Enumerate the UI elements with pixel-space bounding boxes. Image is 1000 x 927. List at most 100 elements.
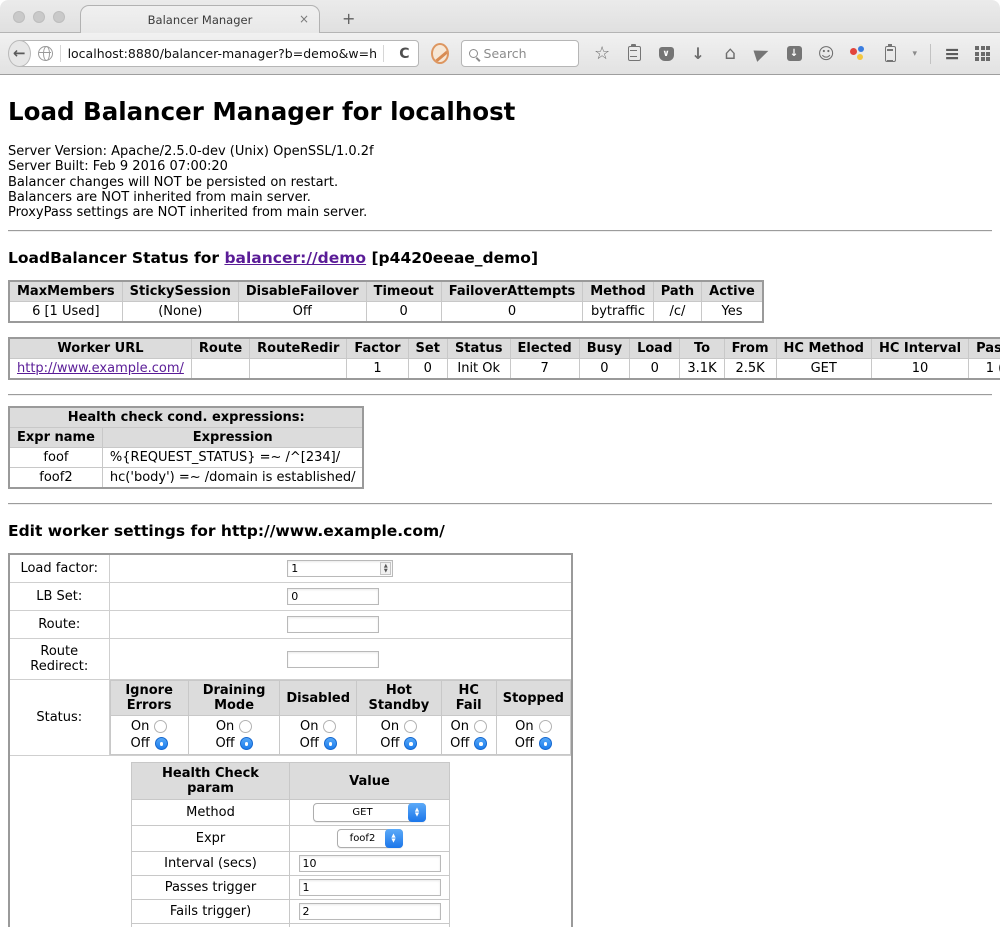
health-check-params-row: Health Check param Value Method GET▲▼ [9, 756, 572, 927]
downloads-icon[interactable]: ↓ [689, 44, 708, 64]
stopped-on-radio[interactable] [539, 720, 552, 733]
colors-extension-icon[interactable] [849, 44, 868, 64]
divider [60, 45, 61, 62]
fails-row: Fails trigger) [132, 900, 450, 924]
divider [8, 503, 992, 505]
stepper-arrows-icon[interactable]: ▲▼ [380, 562, 391, 575]
overflow-caret-icon[interactable]: ▾ [913, 49, 918, 59]
load-factor-label: Load factor: [9, 554, 109, 583]
toolbar-icons: ☆ ∨ ↓ ⌂ ↓ ☺ ▾ ≡ [593, 43, 992, 65]
hc-fail-off-radio[interactable] [474, 737, 487, 750]
status-col-hot-standby: On Off [357, 716, 442, 755]
tiles-extension-icon[interactable] [973, 44, 992, 64]
bookmark-star-icon[interactable]: ☆ [593, 44, 612, 64]
browser-window: Balancer Manager × + ← localhost:8880/ba… [0, 0, 1000, 927]
tab-balancer-manager[interactable]: Balancer Manager × [80, 5, 320, 33]
status-col-disabled: On Off [280, 716, 357, 755]
method-label: Method [132, 800, 290, 826]
fails-label: Fails trigger) [132, 900, 290, 924]
status-options-table: Ignore Errors Draining Mode Disabled Hot… [110, 680, 572, 755]
search-icon [469, 49, 478, 58]
draining-mode-off-radio[interactable] [240, 737, 253, 750]
server-built-line: Server Built: Feb 9 2016 07:00:20 [8, 159, 992, 174]
save-to-device-icon[interactable]: ↓ [785, 44, 804, 64]
url-text[interactable]: localhost:8880/balancer-manager?b=demo&w… [68, 46, 377, 61]
disabled-off-radio[interactable] [324, 737, 337, 750]
hot-standby-off-radio[interactable] [404, 737, 417, 750]
select-chevrons-icon: ▲▼ [385, 829, 403, 848]
method-select[interactable]: GET▲▼ [313, 803, 426, 822]
table-row: 6 [1 Used] (None) Off 0 0 bytraffic /c/ … [9, 302, 763, 323]
table-header-row: Health Check param Value [132, 763, 450, 800]
pocket-icon[interactable]: ∨ [657, 44, 676, 64]
route-redirect-row: Route Redirect: [9, 639, 572, 680]
send-tab-icon[interactable] [753, 44, 772, 64]
select-chevrons-icon: ▲▼ [408, 803, 426, 822]
search-input[interactable]: Search [461, 40, 579, 67]
route-input[interactable] [287, 616, 379, 633]
divider [8, 230, 992, 232]
divider [383, 45, 384, 62]
lb-set-input[interactable] [287, 588, 379, 605]
table-row: foof %{REQUEST_STATUS} =~ /^[234]/ [9, 448, 363, 468]
passes-row: Passes trigger [132, 876, 450, 900]
proxypass-note-line: ProxyPass settings are NOT inherited fro… [8, 205, 992, 220]
status-col-stopped: On Off [496, 716, 570, 755]
back-button[interactable]: ← [8, 40, 31, 67]
route-redirect-input[interactable] [287, 651, 379, 668]
interval-label: Interval (secs) [132, 852, 290, 876]
menu-icon[interactable]: ≡ [944, 43, 960, 65]
load-factor-input[interactable] [287, 560, 393, 577]
adblock-icon[interactable] [431, 43, 449, 64]
clipboard-icon [628, 46, 641, 61]
table-row: foof2 hc('body') =~ /domain is establish… [9, 468, 363, 489]
forum-smiley-icon[interactable]: ☺ [817, 44, 836, 64]
expr-row: Expr foof2▲▼ [132, 826, 450, 852]
interval-input[interactable] [299, 855, 441, 872]
worker-url-link[interactable]: http://www.example.com/ [17, 361, 184, 376]
load-factor-stepper: ▲▼ [287, 560, 393, 577]
balancer-status-heading: LoadBalancer Status for balancer://demo … [8, 249, 992, 267]
reload-icon[interactable]: C [391, 46, 417, 62]
expr-select[interactable]: foof2▲▼ [337, 829, 403, 848]
titlebar: Balancer Manager × + [0, 0, 1000, 33]
passes-input[interactable] [299, 879, 441, 896]
server-version-line: Server Version: Apache/2.5.0-dev (Unix) … [8, 144, 992, 159]
edit-worker-form: Load factor: ▲▼ LB Set: Route: [8, 553, 573, 927]
table-header-row: Worker URL Route RouteRedir Factor Set S… [9, 338, 1000, 359]
table-header-row: MaxMembers StickySession DisableFailover… [9, 281, 763, 302]
hot-standby-on-radio[interactable] [404, 720, 417, 733]
paper-plane-icon [754, 46, 771, 62]
route-redirect-label: Route Redirect: [9, 639, 109, 680]
route-row: Route: [9, 611, 572, 639]
status-row: Status: Ignore Errors Draining Mode Disa… [9, 680, 572, 756]
edit-worker-heading: Edit worker settings for http://www.exam… [8, 522, 992, 540]
stopped-off-radio[interactable] [539, 737, 552, 750]
page-title: Load Balancer Manager for localhost [8, 97, 992, 126]
fails-input[interactable] [299, 903, 441, 920]
tab-close-icon[interactable]: × [299, 12, 309, 26]
health-check-params-table: Health Check param Value Method GET▲▼ [131, 762, 450, 927]
page-content: Load Balancer Manager for localhost Serv… [0, 97, 1000, 927]
table-title-row: Health check cond. expressions: [9, 407, 363, 428]
url-bar[interactable]: localhost:8880/balancer-manager?b=demo&w… [17, 40, 419, 67]
zoom-window-button[interactable] [53, 11, 65, 23]
close-window-button[interactable] [13, 11, 25, 23]
reading-list-icon[interactable] [625, 44, 644, 64]
divider [8, 394, 992, 396]
new-tab-button[interactable]: + [336, 9, 361, 28]
draining-mode-on-radio[interactable] [239, 720, 252, 733]
home-icon[interactable]: ⌂ [721, 44, 740, 64]
minimize-window-button[interactable] [33, 11, 45, 23]
status-col-ignore-errors: On Off [110, 716, 188, 755]
status-col-hc-fail: On Off [441, 716, 496, 755]
persist-note-line: Balancer changes will NOT be persisted o… [8, 175, 992, 190]
ignore-errors-on-radio[interactable] [154, 720, 167, 733]
hc-fail-on-radio[interactable] [474, 720, 487, 733]
disabled-on-radio[interactable] [323, 720, 336, 733]
ignore-errors-off-radio[interactable] [155, 737, 168, 750]
divider [930, 44, 931, 64]
traffic-lights [13, 11, 65, 23]
balancer-demo-link[interactable]: balancer://demo [224, 249, 366, 267]
battery-extension-icon[interactable] [881, 44, 900, 64]
